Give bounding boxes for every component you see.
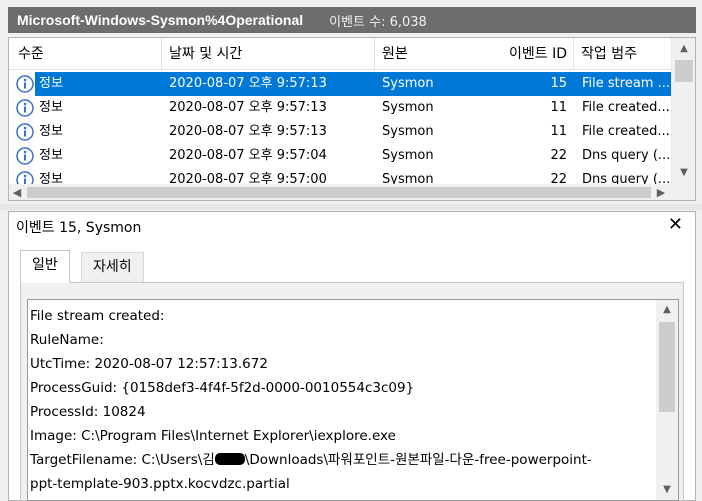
- description-line: ProcessId: 10824: [30, 404, 146, 420]
- cell-category: File created...: [582, 124, 670, 139]
- description-line-target: TargetFilename: C:\Users\김 \Downloads\파워포…: [30, 450, 592, 470]
- cell-event-id: 11: [550, 124, 567, 139]
- cell-category: File created...: [582, 100, 670, 115]
- cell-source: Sysmon: [382, 76, 434, 91]
- cell-level: 정보: [39, 124, 63, 139]
- event-count: 이벤트 수: 6,038: [329, 14, 427, 30]
- tab-general[interactable]: 일반: [20, 250, 70, 283]
- cell-source: Sysmon: [382, 100, 434, 115]
- info-icon: [16, 123, 34, 141]
- close-icon[interactable]: ✕: [668, 215, 683, 235]
- cell-level: 정보: [39, 76, 63, 91]
- description-line: UtcTime: 2020-08-07 12:57:13.672: [30, 356, 268, 372]
- cell-level: 정보: [39, 148, 63, 163]
- event-list-header: 수준 날짜 및 시간 원본 이벤트 ID 작업 범주: [9, 38, 671, 70]
- event-description-box[interactable]: File stream created: RuleName: UtcTime: …: [27, 299, 679, 501]
- log-name: Microsoft-Windows-Sysmon%4Operational: [17, 12, 304, 28]
- event-detail-panel: 이벤트 15, Sysmon ✕ 일반 자세히 File stream crea…: [8, 211, 696, 501]
- pane-splitter[interactable]: [0, 204, 702, 210]
- scrollbar-corner: [671, 184, 695, 200]
- tab-details[interactable]: 자세히: [81, 252, 144, 282]
- info-icon: [16, 99, 34, 117]
- table-row[interactable]: 정보 2020-08-07 오후 9:57:13 Sysmon 11 File crea…: [9, 96, 671, 120]
- description-line: RuleName:: [30, 332, 104, 348]
- target-prefix: TargetFilename: C:\Users\김: [30, 452, 215, 468]
- cell-level: 정보: [39, 100, 63, 115]
- description-line: Image: C:\Program Files\Internet Explore…: [30, 428, 396, 444]
- column-header-datetime[interactable]: 날짜 및 시간: [161, 38, 242, 70]
- cell-datetime: 2020-08-07 오후 9:57:13: [169, 124, 327, 139]
- description-line: ppt-template-903.pptx.kocvdzc.partial: [30, 476, 290, 492]
- cell-datetime: 2020-08-07 오후 9:57:13: [169, 100, 327, 115]
- event-list-vertical-scrollbar[interactable]: ▲ ▼: [671, 38, 695, 184]
- info-icon: [16, 75, 34, 93]
- scroll-down-icon[interactable]: ▼: [672, 164, 695, 182]
- info-icon: [16, 147, 34, 165]
- scroll-right-icon[interactable]: ▶: [653, 184, 669, 200]
- log-titlebar: Microsoft-Windows-Sysmon%4Operational 이벤…: [8, 7, 696, 33]
- cell-category: File stream ...: [582, 76, 670, 91]
- cell-source: Sysmon: [382, 124, 434, 139]
- target-suffix: \Downloads\파워포인트-원본파일-다운-free-powerpoint…: [244, 452, 592, 468]
- redaction-mark: [214, 453, 245, 465]
- cell-source: Sysmon: [382, 148, 434, 163]
- table-row[interactable]: 정보 2020-08-07 오후 9:57:13 Sysmon 11 File crea…: [9, 120, 671, 144]
- description-vertical-scrollbar[interactable]: ▲ ▼: [656, 300, 678, 500]
- column-header-event-id[interactable]: 이벤트 ID: [489, 38, 567, 70]
- column-header-source[interactable]: 원본: [374, 38, 408, 70]
- cell-event-id: 22: [550, 148, 567, 163]
- cell-datetime: 2020-08-07 오후 9:57:04: [169, 148, 327, 163]
- scroll-thumb[interactable]: [27, 187, 651, 198]
- cell-event-id: 11: [550, 100, 567, 115]
- description-line: ProcessGuid: {0158def3-4f4f-5f2d-0000-00…: [30, 380, 415, 396]
- tab-general-content: File stream created: RuleName: UtcTime: …: [20, 282, 684, 501]
- description-line: File stream created:: [30, 308, 165, 324]
- scroll-down-icon[interactable]: ▼: [656, 482, 678, 498]
- table-row[interactable]: 정보 2020-08-07 오후 9:57:04 Sysmon 22 Dns query…: [9, 144, 671, 168]
- scroll-left-icon[interactable]: ◀: [9, 184, 25, 200]
- column-header-category[interactable]: 작업 범주: [573, 38, 637, 70]
- table-row[interactable]: 정보 2020-08-07 오후 9:57:13 Sysmon 15 File stre…: [9, 72, 671, 96]
- event-detail-title: 이벤트 15, Sysmon: [16, 220, 142, 236]
- scroll-thumb[interactable]: [675, 60, 693, 82]
- event-list[interactable]: 수준 날짜 및 시간 원본 이벤트 ID 작업 범주 정보 2020-08-07 …: [8, 37, 696, 201]
- event-list-horizontal-scrollbar[interactable]: ◀ ▶: [9, 184, 671, 200]
- column-header-level[interactable]: 수준: [18, 38, 44, 70]
- scroll-thumb[interactable]: [659, 322, 675, 412]
- cell-event-id: 15: [550, 76, 567, 91]
- cell-category: Dns query (...: [582, 148, 670, 163]
- cell-datetime: 2020-08-07 오후 9:57:13: [169, 76, 327, 91]
- scroll-up-icon[interactable]: ▲: [672, 40, 695, 58]
- scroll-up-icon[interactable]: ▲: [656, 302, 678, 318]
